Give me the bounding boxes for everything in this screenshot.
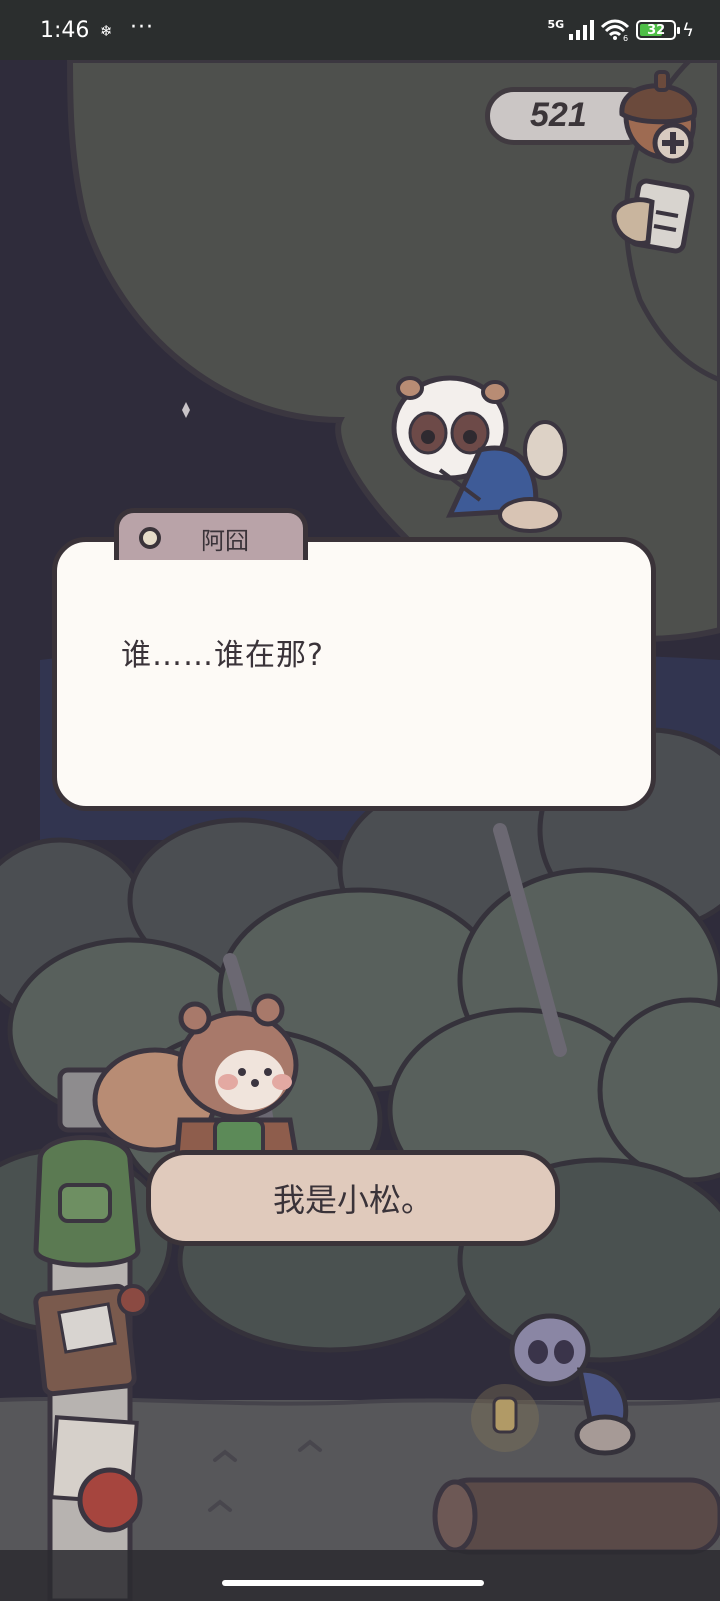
status-time: 1:46 [40,18,90,43]
status-bar: 1:46 ❄ ··· 5G 6 32 ϟ [0,0,720,60]
speaker-name: 阿囧 [201,527,249,555]
status-icons: 5G 6 32 ϟ [547,17,694,43]
wifi-icon: 6 [601,19,630,41]
choice-button[interactable]: 我是小松。 [146,1150,560,1246]
battery-level: 32 [647,22,666,38]
more-notifications-icon: ··· [130,15,154,40]
svg-text:6: 6 [623,34,628,41]
acorn-count: 521 [530,96,587,134]
home-indicator[interactable] [222,1580,484,1586]
dialog-text: 谁……谁在那? [121,638,324,673]
speaker-name-tag: 阿囧 [114,508,308,560]
task-card-icon[interactable] [608,176,696,258]
dialog-box[interactable]: 谁……谁在那? [52,537,656,811]
signal-icon [569,20,595,40]
charging-icon: ϟ [682,19,694,41]
notification-icon: ❄ [100,22,113,40]
plus-icon[interactable] [652,122,694,164]
network-type: 5G [547,17,565,31]
battery-icon: 32 [636,20,681,40]
